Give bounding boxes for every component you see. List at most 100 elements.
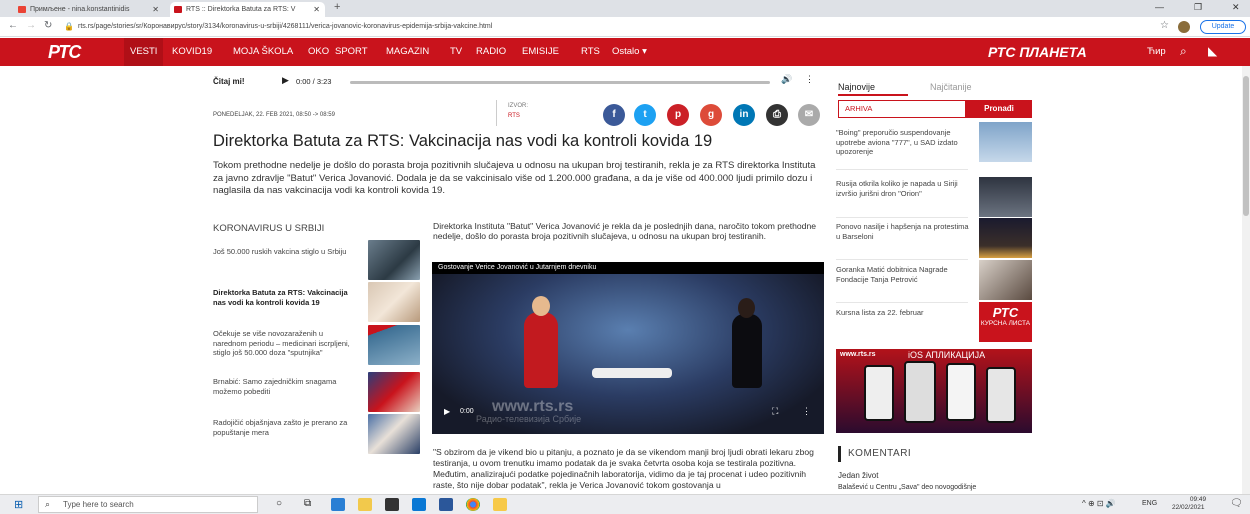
- nav-sport[interactable]: SPORT: [335, 46, 368, 57]
- studio-desk: [592, 368, 672, 378]
- system-tray-icons[interactable]: ^ ⊕ ⊡ 🔊: [1082, 499, 1116, 508]
- folder-icon[interactable]: [493, 498, 507, 511]
- news-thumbnail[interactable]: [979, 218, 1032, 258]
- googleplus-share-icon[interactable]: g: [700, 104, 722, 126]
- word-icon[interactable]: [439, 498, 453, 511]
- nav-moja-skola[interactable]: MOJA ŠKOLA: [233, 46, 293, 57]
- language-indicator[interactable]: ENG: [1142, 500, 1157, 507]
- news-item[interactable]: Rusija otkrila koliko je napada u Siriji…: [836, 179, 971, 198]
- presenter-figure: [524, 312, 558, 388]
- pinterest-share-icon[interactable]: p: [667, 104, 689, 126]
- fullscreen-icon[interactable]: ⛶: [772, 406, 778, 417]
- cyrillic-toggle[interactable]: Ћир: [1147, 46, 1166, 57]
- nav-emisije[interactable]: EMISIJE: [522, 46, 559, 57]
- close-tab-icon[interactable]: ✕: [313, 2, 320, 17]
- search-icon: ⌕: [45, 499, 51, 509]
- audio-progress[interactable]: [350, 81, 770, 84]
- rts-planeta-link[interactable]: РТС ПЛАНЕТА: [988, 44, 1087, 60]
- close-window-button[interactable]: ✕: [1232, 2, 1240, 13]
- cortana-icon[interactable]: ○: [276, 498, 282, 509]
- video-play-icon[interactable]: ▶: [444, 407, 450, 416]
- forward-arrow-icon[interactable]: →: [26, 20, 36, 31]
- update-button[interactable]: Update: [1200, 20, 1246, 34]
- related-item[interactable]: Radojičić objašnjava zašto je prerano za…: [213, 418, 353, 437]
- facebook-share-icon[interactable]: f: [603, 104, 625, 126]
- divider: [836, 259, 968, 260]
- kursna-lista-thumbnail[interactable]: РТС КУРСНА ЛИСТА: [979, 302, 1032, 342]
- task-view-icon[interactable]: ⧉: [304, 498, 311, 509]
- notifications-icon[interactable]: 🗨: [1230, 498, 1243, 509]
- close-tab-icon[interactable]: ✕: [152, 2, 159, 17]
- news-thumbnail[interactable]: [979, 260, 1032, 300]
- news-item[interactable]: Kursna lista za 22. februar: [836, 308, 971, 318]
- new-tab-button[interactable]: +: [334, 1, 340, 13]
- nav-magazin[interactable]: MAGAZIN: [386, 46, 429, 57]
- news-item[interactable]: Ponovo nasilje i hapšenja na protestima …: [836, 222, 971, 241]
- comment-text[interactable]: Balašević u Centru „Sava" deo novogodišn…: [838, 484, 976, 491]
- news-item[interactable]: Goranka Matić dobitnica Nagrade Fondacij…: [836, 265, 971, 284]
- gmail-icon: [18, 6, 26, 13]
- audio-label: Čitaj mi!: [213, 77, 245, 86]
- linkedin-share-icon[interactable]: in: [733, 104, 755, 126]
- edge-icon[interactable]: [331, 498, 345, 511]
- more-options-icon[interactable]: ⋮: [805, 74, 814, 85]
- tab-rts[interactable]: RTS :: Direktorka Batuta za RTS: V ✕: [170, 2, 325, 17]
- nav-ostalo[interactable]: Ostalo ▾: [612, 46, 647, 57]
- email-share-icon[interactable]: ✉: [798, 104, 820, 126]
- file-explorer-icon[interactable]: [358, 498, 372, 511]
- search-button[interactable]: Pronađi: [966, 100, 1032, 118]
- clock-time[interactable]: 09:49: [1178, 496, 1218, 503]
- clock-date[interactable]: 22/02/2021: [1172, 504, 1205, 511]
- related-thumbnail[interactable]: [368, 325, 420, 365]
- nav-tv[interactable]: TV: [450, 46, 462, 57]
- reload-icon[interactable]: ↻: [44, 20, 52, 31]
- play-icon[interactable]: ▶: [282, 75, 289, 86]
- twitter-share-icon[interactable]: t: [634, 104, 656, 126]
- nav-oko[interactable]: OKO: [308, 46, 329, 57]
- tab-gmail[interactable]: Примљене - nina.konstantinidis ✕: [14, 2, 164, 17]
- related-item-current[interactable]: Direktorka Batuta za RTS: Vakcinacija na…: [213, 288, 353, 307]
- archive-search-input[interactable]: ARHIVA: [838, 100, 966, 118]
- related-thumbnail[interactable]: [368, 372, 420, 412]
- ios-app-banner[interactable]: www.rts.rs iOS АПЛИКАЦИЈА: [836, 349, 1032, 433]
- volume-icon[interactable]: 🔊: [781, 74, 792, 85]
- source-label: IZVOR:: [508, 103, 529, 109]
- rts-logo[interactable]: РТС: [48, 42, 81, 63]
- print-icon[interactable]: ⎙: [766, 104, 788, 126]
- video-caption: Gostovanje Verice Jovanović u Jutarnjem …: [432, 262, 824, 274]
- video-player[interactable]: Gostovanje Verice Jovanović u Jutarnjem …: [432, 262, 824, 434]
- search-icon[interactable]: ⌕: [1180, 44, 1187, 59]
- tab-najnovije[interactable]: Najnovije: [838, 82, 875, 92]
- mail-icon[interactable]: [412, 498, 426, 511]
- restore-button[interactable]: ❐: [1194, 2, 1202, 13]
- bookmark-star-icon[interactable]: ☆: [1160, 20, 1169, 31]
- related-thumbnail[interactable]: [368, 414, 420, 454]
- nav-radio[interactable]: RADIO: [476, 46, 506, 57]
- related-item[interactable]: Još 50.000 ruskih vakcina stiglo u Srbij…: [213, 247, 353, 257]
- taskbar-search[interactable]: ⌕ Type here to search: [38, 496, 258, 513]
- lock-icon[interactable]: 🔒: [64, 22, 74, 31]
- tab-label: Примљене - nina.konstantinidis: [30, 6, 130, 13]
- rss-icon[interactable]: ◣: [1208, 44, 1217, 58]
- tab-najcitanije[interactable]: Najčitanije: [930, 82, 972, 92]
- url-field[interactable]: rts.rs/page/stories/sr/Коронавирус/story…: [78, 20, 1188, 34]
- back-arrow-icon[interactable]: ←: [8, 20, 18, 31]
- related-item[interactable]: Brnabić: Samo zajedničkim snagama možemo…: [213, 377, 353, 396]
- nav-kovid19[interactable]: KOVID19: [172, 46, 212, 57]
- nav-rts[interactable]: RTS: [581, 46, 600, 57]
- windows-start-icon[interactable]: ⊞: [14, 498, 23, 511]
- related-thumbnail[interactable]: [368, 240, 420, 280]
- chrome-icon[interactable]: [466, 498, 480, 511]
- video-menu-icon[interactable]: ⋮: [802, 406, 811, 417]
- profile-avatar[interactable]: [1178, 21, 1190, 33]
- news-thumbnail[interactable]: [979, 122, 1032, 162]
- minimize-button[interactable]: —: [1155, 2, 1164, 12]
- related-thumbnail[interactable]: [368, 282, 420, 322]
- related-item[interactable]: Očekuje se više novozaraženih u narednom…: [213, 329, 353, 358]
- scrollbar-thumb[interactable]: [1243, 76, 1249, 216]
- active-tab-indicator: [838, 94, 908, 96]
- news-thumbnail[interactable]: [979, 177, 1032, 217]
- news-item[interactable]: "Boing" preporučio suspendovanje upotreb…: [836, 128, 971, 157]
- nav-vesti[interactable]: VESTI: [124, 38, 164, 66]
- store-icon[interactable]: [385, 498, 399, 511]
